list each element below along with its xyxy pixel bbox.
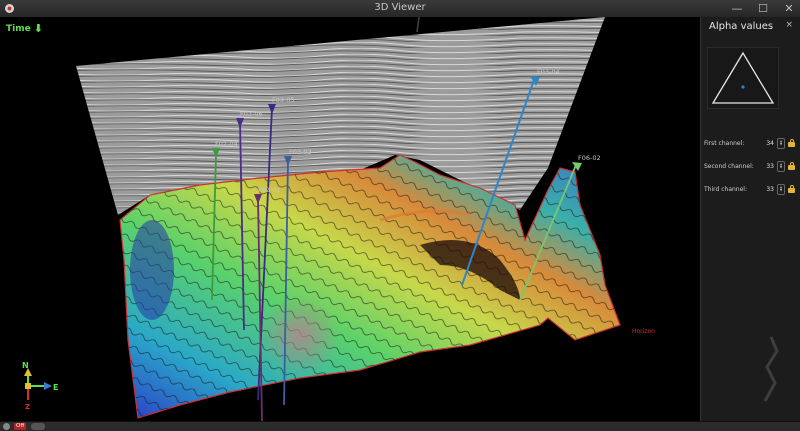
well-label: F03-05 — [272, 96, 295, 104]
horizon-label: Horizon — [632, 328, 655, 335]
scene-canvas[interactable]: F02-04 F03-06 F03-05 F03-03 F02-01 F03-0… — [0, 17, 700, 421]
minimize-button[interactable]: — — [730, 0, 744, 17]
panel-close-button[interactable]: × — [785, 20, 793, 30]
lock-icon[interactable] — [788, 139, 795, 147]
window-title: 3D Viewer — [374, 2, 426, 13]
second-channel-spinner[interactable]: ▲ ▼ — [777, 160, 785, 172]
maximize-button[interactable]: ☐ — [756, 0, 770, 17]
well-label: F06-02 — [578, 154, 601, 162]
z-label: Z — [25, 403, 30, 411]
arrow-down-icon: ⬇ — [33, 22, 43, 35]
second-channel-label: Second channel: — [704, 162, 754, 170]
third-channel-row: Third channel: 33 ▲ ▼ — [704, 183, 800, 195]
alpha-values-panel: Alpha values × First channel: 34 ▲ ▼ Seco… — [700, 17, 800, 421]
panel-decor — [763, 336, 779, 402]
well-label: F03-04 — [537, 68, 560, 76]
well-label: F03-03 — [289, 148, 312, 156]
first-channel-spinner[interactable]: ▲ ▼ — [777, 137, 785, 149]
time-direction-label: Time ⬇ — [6, 22, 43, 35]
third-channel-spinner[interactable]: ▲ ▼ — [777, 183, 785, 195]
third-channel-label: Third channel: — [704, 185, 747, 193]
north-label: N — [22, 361, 29, 370]
horizon-surface — [119, 154, 621, 419]
mode-toggle[interactable] — [31, 423, 45, 430]
panel-title: Alpha values — [709, 21, 774, 32]
axis-indicator: N E Z — [22, 361, 58, 411]
first-channel-label: First channel: — [704, 139, 745, 147]
status-indicator-icon — [3, 423, 10, 430]
third-channel-value[interactable]: 33 — [762, 186, 774, 193]
first-channel-row: First channel: 34 ▲ ▼ — [704, 137, 800, 149]
title-bar: 3D Viewer — ☐ ✕ — [0, 0, 800, 18]
panel-header: Alpha values × — [701, 17, 800, 37]
time-label-text: Time — [6, 23, 31, 34]
lock-icon[interactable] — [788, 185, 795, 193]
3d-viewport[interactable]: F02-04 F03-06 F03-05 F03-03 F02-01 F03-0… — [0, 17, 700, 421]
second-channel-row: Second channel: 33 ▲ ▼ — [704, 160, 800, 172]
close-button[interactable]: ✕ — [782, 0, 796, 17]
alpha-triangle-widget[interactable] — [707, 47, 779, 109]
east-label: E — [53, 383, 58, 392]
well-label: F03-06 — [240, 110, 263, 118]
lock-icon[interactable] — [788, 162, 795, 170]
second-channel-value[interactable]: 33 — [762, 163, 774, 170]
alpha-handle[interactable] — [741, 85, 745, 89]
well-label: F02-04 — [215, 140, 238, 148]
first-channel-value[interactable]: 34 — [762, 140, 774, 147]
off-toggle[interactable]: Off — [14, 423, 27, 430]
well-label: F02-01 — [258, 186, 281, 194]
